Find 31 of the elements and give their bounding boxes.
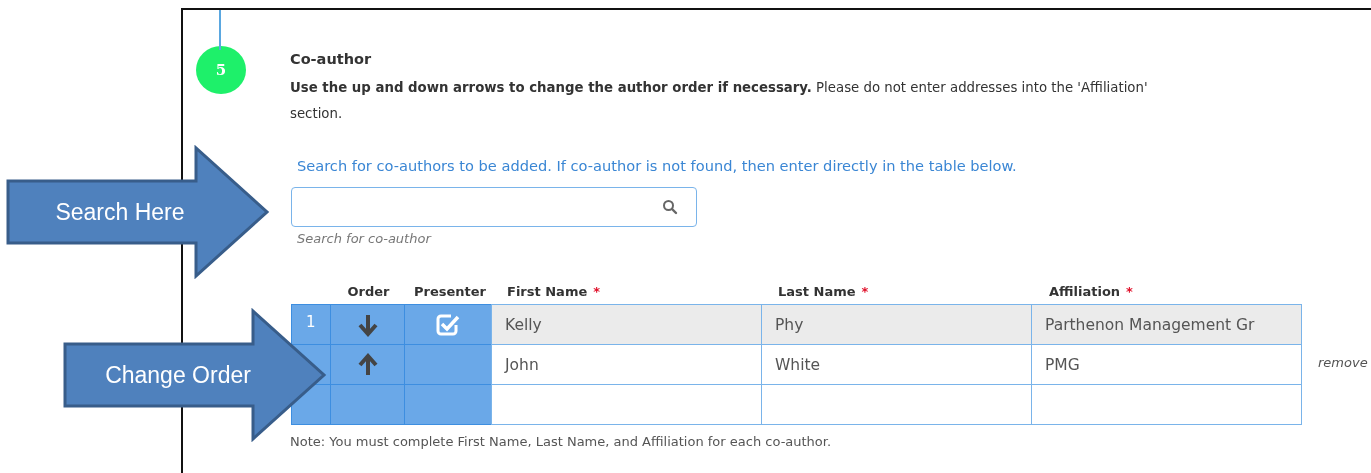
presenter-cell[interactable] (404, 304, 492, 345)
row-number-cell: 1 (291, 304, 331, 345)
table-cell[interactable] (1031, 384, 1302, 425)
required-mark: * (1126, 284, 1133, 299)
table-cell[interactable] (491, 384, 762, 425)
table-cell[interactable]: Parthenon Management Gr (1031, 304, 1302, 345)
presenter-cell[interactable] (404, 384, 492, 425)
instructions-text: Use the up and down arrows to change the author order if necessary. Please do not enter addresses into the 'Affiliation' section. (290, 79, 1149, 123)
callout-label: Change Order (104, 362, 252, 389)
up-arrow-icon[interactable] (356, 352, 379, 377)
callout-label: Search Here (54, 199, 186, 226)
search-icon[interactable] (662, 199, 678, 215)
column-header: First Name (507, 284, 588, 299)
column-header: Affiliation (1049, 284, 1121, 299)
remove-link[interactable]: remove (1318, 355, 1368, 370)
column-header: Presenter (414, 284, 486, 299)
checkbox-icon[interactable] (435, 312, 461, 337)
note-text: Note: You must complete First Name, Last Name, and Affiliation for each co-author. (290, 434, 833, 449)
down-arrow-icon[interactable] (356, 312, 379, 337)
required-mark: * (861, 284, 869, 299)
table-cell[interactable]: Kelly (491, 304, 762, 345)
section-title: Co-author (290, 51, 373, 67)
search-field[interactable] (291, 187, 697, 227)
required-mark: * (593, 284, 601, 299)
search-hint: Search for co-author (297, 231, 433, 246)
presenter-cell[interactable] (404, 344, 492, 385)
table-cell[interactable]: Phy (761, 304, 1032, 345)
search-prompt: Search for co-authors to be added. If co-author is not found, then enter directly in the table below. (297, 157, 1018, 174)
step-number: 5 (196, 46, 246, 94)
column-header: Order (347, 284, 390, 299)
column-header: Last Name (778, 284, 856, 299)
